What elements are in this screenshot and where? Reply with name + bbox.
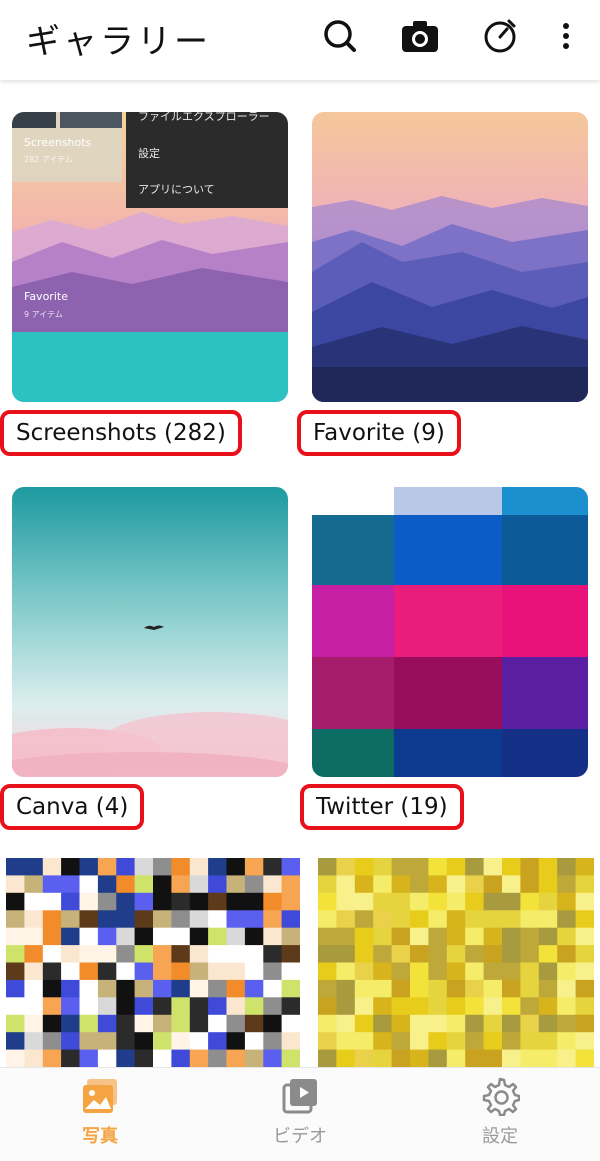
nav-label: 設定 (482, 1126, 518, 1147)
nav-settings[interactable]: 設定 (440, 1076, 560, 1160)
nav-photos[interactable]: 写真 (40, 1076, 160, 1160)
bottom-navigation: 写真 ビデオ 設定 (0, 1067, 600, 1161)
clean-icon[interactable] (478, 14, 522, 58)
album-label[interactable]: Screenshots (282) (0, 410, 242, 456)
menu-item: アプリについて (138, 183, 215, 196)
menu-item: ファイルエクスプローラー (138, 112, 270, 123)
nav-label: ビデオ (273, 1126, 327, 1147)
gear-icon (482, 1077, 520, 1116)
overflow-menu-preview: ファイルエクスプローラー 設定 アプリについて (126, 112, 288, 208)
video-icon (282, 1079, 317, 1114)
album-label[interactable]: Twitter (19) (300, 784, 464, 830)
pixel-mosaic (318, 858, 594, 1067)
preview-album-title: Favorite (24, 290, 68, 303)
album-label[interactable]: Favorite (9) (297, 410, 461, 456)
album-thumbnail (6, 858, 300, 1067)
preview-album-count: 282 アイテム (24, 155, 74, 164)
more-vertical-icon[interactable] (544, 14, 588, 58)
nav-label: 写真 (82, 1126, 118, 1147)
album-thumbnail (312, 487, 588, 777)
app-bar: ギャラリー (0, 0, 600, 80)
album-thumbnail (12, 487, 288, 777)
preview-album-title: Screenshots (24, 136, 92, 149)
album-thumbnail: Screenshots 282 アイテム Favorite 9 アイテム ファイ… (12, 112, 288, 402)
album-label[interactable]: Canva (4) (0, 784, 145, 830)
nav-videos[interactable]: ビデオ (240, 1076, 360, 1160)
page-title: ギャラリー (26, 22, 211, 62)
camera-icon[interactable] (398, 14, 442, 58)
pixel-mosaic (6, 858, 300, 1067)
menu-item: 設定 (138, 147, 160, 160)
preview-album-count: 9 アイテム (24, 310, 63, 319)
photo-icon (83, 1079, 117, 1113)
album-thumbnail (318, 858, 594, 1067)
search-icon[interactable] (318, 14, 362, 58)
album-thumbnail (312, 112, 588, 402)
